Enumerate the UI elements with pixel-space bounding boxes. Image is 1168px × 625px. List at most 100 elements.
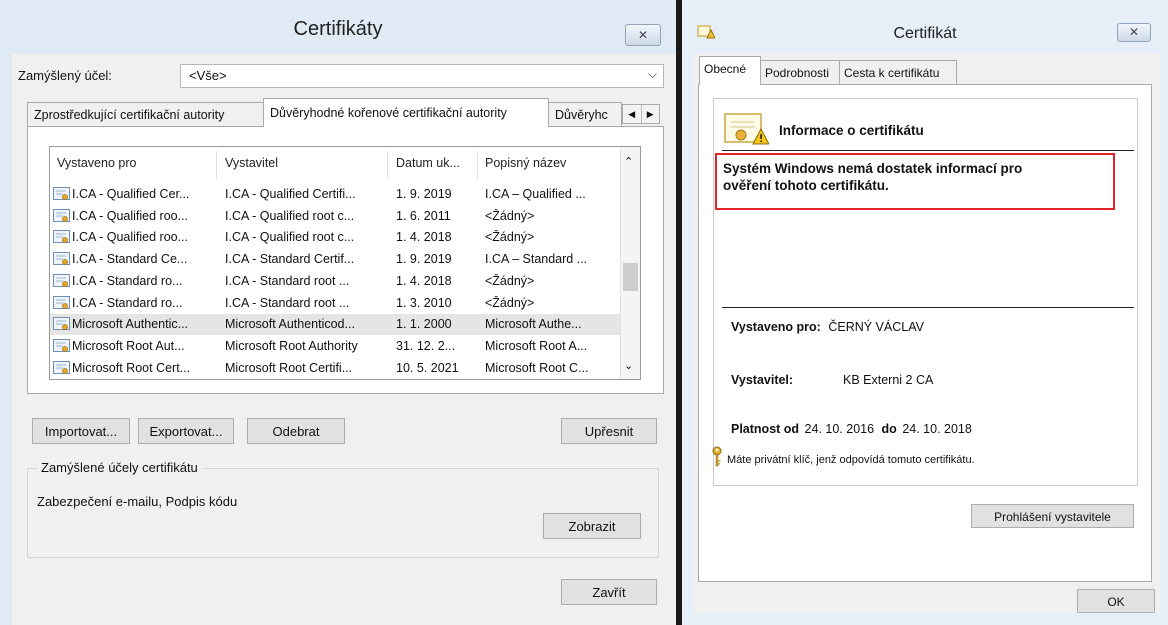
tab-trusted-root-ca[interactable]: Důvěryhodné kořenové certifikační autori… [263,98,549,127]
issuer-value: KB Externi 2 CA [843,373,934,387]
cell-issuer: I.CA - Qualified root c... [225,208,355,223]
cell-friendly-name: <Žádný> [485,230,535,245]
cell-friendly-name: <Žádný> [485,208,535,223]
close-icon: ✕ [637,28,649,42]
cell-expiration: 1. 6. 2011 [396,208,451,223]
table-row[interactable]: Microsoft Authentic... Microsoft Authenti… [50,314,620,336]
tab-scroll-left-button[interactable]: ◀ [623,105,642,123]
cell-issued-to: Microsoft Root Aut... [72,338,185,353]
close-button[interactable]: ✕ [625,24,661,46]
window-title: Certifikát [893,25,957,42]
column-header-friendly-name[interactable]: Popisný název [485,156,566,170]
scroll-thumb[interactable] [623,263,638,291]
intended-purposes-label: Zamýšlené účely certifikátu [37,460,202,475]
cell-friendly-name: <Žádný> [485,295,535,310]
cell-expiration: 31. 12. 2... [396,338,456,353]
certificate-icon [53,273,70,288]
divider [722,150,1134,151]
cell-issued-to: I.CA - Qualified Cer... [72,187,190,201]
intended-purposes-value: Zabezpečení e-mailu, Podpis kódu [37,494,238,509]
cell-issued-to: I.CA - Standard Ce... [72,252,188,267]
issued-to-value: ČERNÝ VÁCLAV [828,320,924,334]
window-title: Certifikáty [293,18,383,40]
divider [722,307,1134,308]
tab-scroll-right-button[interactable]: ▶ [642,105,660,123]
tab-general[interactable]: Obecné [699,56,761,85]
certificate-icon [53,187,70,201]
remove-button[interactable]: Odebrat [247,418,345,444]
table-row[interactable]: I.CA - Qualified roo... I.CA - Qualified … [50,206,620,227]
cell-issuer: Microsoft Root Certifi... [225,360,353,375]
chevron-down-icon: ⌵ [647,67,657,81]
view-button[interactable]: Zobrazit [543,513,641,539]
vertical-scrollbar[interactable]: ⌃ ⌄ [620,147,640,379]
cell-issued-to: I.CA - Qualified roo... [72,208,189,223]
table-row[interactable]: Microsoft Root Cert... Microsoft Root Cer… [50,358,620,379]
certificate-icon [53,208,70,223]
column-separator [477,151,478,179]
cell-issued-to: Microsoft Authentic... [72,317,189,332]
scroll-down-icon[interactable]: ⌄ [624,359,633,372]
cell-issued-to: I.CA - Qualified roo... [72,230,189,245]
column-separator [387,151,388,179]
table-row[interactable]: I.CA - Standard ro... I.CA - Standard roo… [50,271,620,292]
validity-row: Platnost od 24. 10. 2016 do 24. 10. 2018 [731,422,972,436]
valid-from-value: 24. 10. 2016 [804,422,875,436]
cell-issuer: I.CA - Standard root ... [225,295,350,310]
table-row[interactable]: I.CA - Standard Ce... I.CA - Standard Cer… [50,249,620,270]
cell-friendly-name: Microsoft Root A... [485,338,588,353]
cell-issuer: Microsoft Authenticod... [225,317,355,332]
certificate-list: Vystaveno pro Vystavitel Datum uk... Pop… [49,146,641,380]
cell-expiration: 1. 4. 2018 [396,273,452,288]
cell-expiration: 1. 1. 2000 [396,317,452,332]
issued-to-row: Vystaveno pro: ČERNÝ VÁCLAV [731,320,924,334]
table-row[interactable]: I.CA - Standard ro... I.CA - Standard roo… [50,293,620,314]
cell-expiration: 1. 3. 2010 [396,295,452,310]
ok-button[interactable]: OK [1077,589,1155,613]
cell-issued-to: I.CA - Standard ro... [72,295,183,310]
certificate-info-title: Informace o certifikátu [779,123,924,138]
key-icon [711,446,723,468]
advanced-button[interactable]: Upřesnit [561,418,657,444]
private-key-note: Máte privátní klíč, jenž odpovídá tomuto… [727,454,975,466]
table-row[interactable]: I.CA - Qualified Cer... I.CA - Qualified … [50,184,620,205]
import-button[interactable]: Importovat... [32,418,130,444]
cell-expiration: 1. 9. 2019 [396,187,452,201]
cell-issued-to: Microsoft Root Cert... [72,360,191,375]
cell-friendly-name: I.CA – Qualified ... [485,187,586,201]
cell-friendly-name: Microsoft Authe... [485,317,582,332]
cell-issued-to: I.CA - Standard ro... [72,273,183,288]
issuer-statement-button[interactable]: Prohlášení vystavitele [971,504,1134,528]
table-row[interactable]: Microsoft Root Aut... Microsoft Root Auth… [50,336,620,357]
scroll-up-icon[interactable]: ⌃ [624,155,633,168]
column-header-issued-to[interactable]: Vystaveno pro [57,156,136,170]
cell-friendly-name: Microsoft Root C... [485,360,589,375]
certificate-icon [53,338,70,353]
purpose-select-value: <Vše> [189,68,227,83]
tab-scroll-buttons: ◀ ▶ [622,104,660,124]
purpose-label: Zamýšlený účel: [18,68,112,83]
column-separator [216,151,217,179]
highlight-annotation [715,153,1115,210]
table-row[interactable]: I.CA - Qualified roo... I.CA - Qualified … [50,227,620,248]
certificate-icon [53,295,70,310]
column-header-expiration[interactable]: Datum uk... [396,156,460,170]
export-button[interactable]: Exportovat... [138,418,234,444]
cell-issuer: Microsoft Root Authority [225,338,358,353]
close-button[interactable]: ✕ [1117,23,1151,42]
column-header-issuer[interactable]: Vystavitel [225,156,278,170]
valid-to-value: 24. 10. 2018 [902,422,972,436]
certificate-icon [53,360,70,375]
tab-details[interactable]: Podrobnosti [760,60,840,84]
purpose-select[interactable]: <Vše> ⌵ [180,64,664,88]
cell-issuer: I.CA - Qualified Certifi... [225,187,356,201]
close-icon: ✕ [1128,25,1140,39]
tab-certification-path[interactable]: Cesta k certifikátu [839,60,957,84]
cell-issuer: I.CA - Standard Certif... [225,252,355,267]
certificate-warning-icon [723,112,770,146]
tab-intermediate-ca[interactable]: Zprostředkující certifikační autority [27,102,264,126]
close-dialog-button[interactable]: Zavřít [561,579,657,605]
tab-trusted-publishers[interactable]: Důvěryhc [548,102,622,126]
issued-to-label: Vystaveno pro: [731,320,821,334]
cell-expiration: 1. 9. 2019 [396,252,452,267]
